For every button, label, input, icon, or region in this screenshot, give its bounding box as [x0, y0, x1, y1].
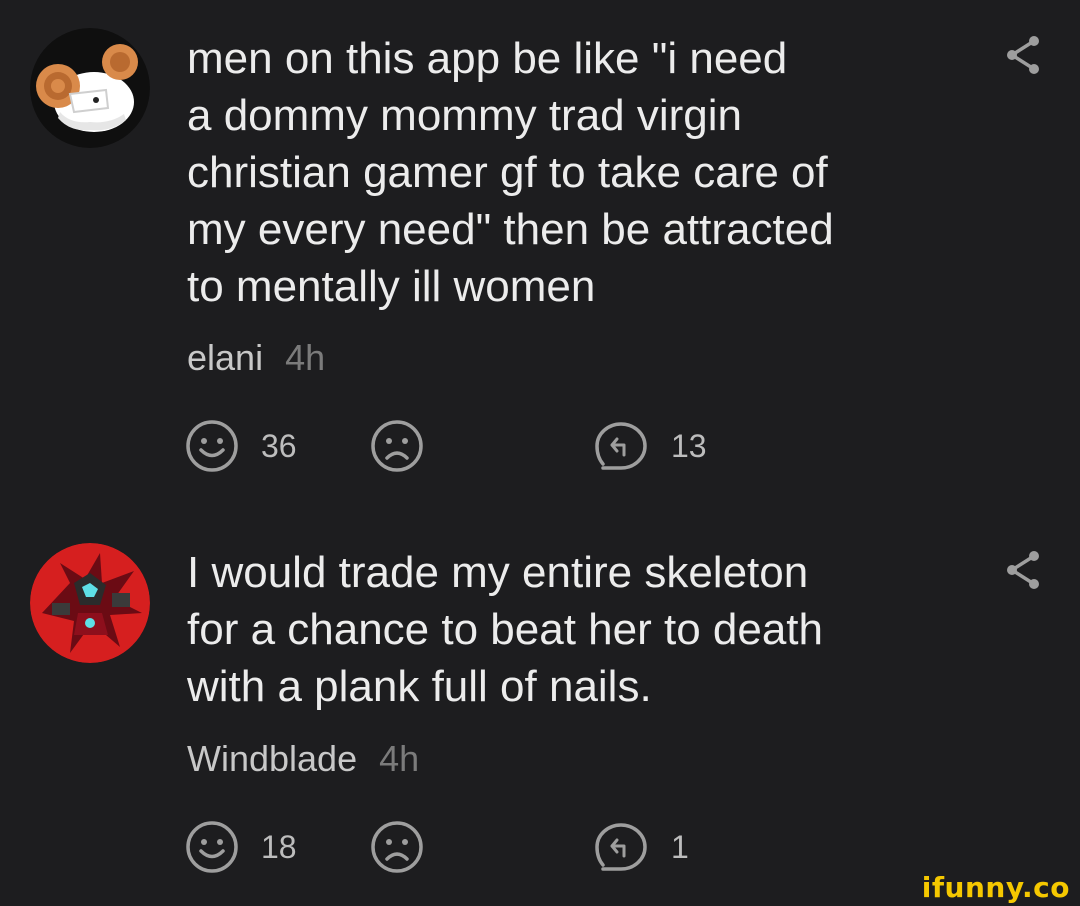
comment-text: I would trade my entire skeleton for a c…	[187, 548, 824, 711]
comment-2: I would trade my entire skeleton for a c…	[0, 0, 1080, 906]
avatar[interactable]	[30, 543, 150, 663]
username[interactable]: Windblade	[187, 738, 357, 779]
comment-meta: Windblade 4h	[187, 739, 419, 779]
timestamp: 4h	[379, 738, 420, 779]
share-button[interactable]	[1003, 548, 1043, 592]
comment-actions: 18 1	[185, 820, 725, 874]
unsmile-icon	[371, 821, 423, 873]
reply-count: 1	[671, 828, 689, 865]
reply-button[interactable]: 1	[593, 820, 689, 874]
ifunny-watermark: ifunny.co	[921, 871, 1070, 904]
share-icon	[1007, 551, 1039, 589]
smile-button[interactable]: 18	[185, 820, 297, 874]
unsmile-button[interactable]	[370, 820, 424, 874]
reply-icon	[595, 823, 647, 871]
smile-count: 18	[261, 828, 297, 865]
smile-icon	[186, 821, 238, 873]
robot-avatar-icon	[30, 543, 150, 663]
